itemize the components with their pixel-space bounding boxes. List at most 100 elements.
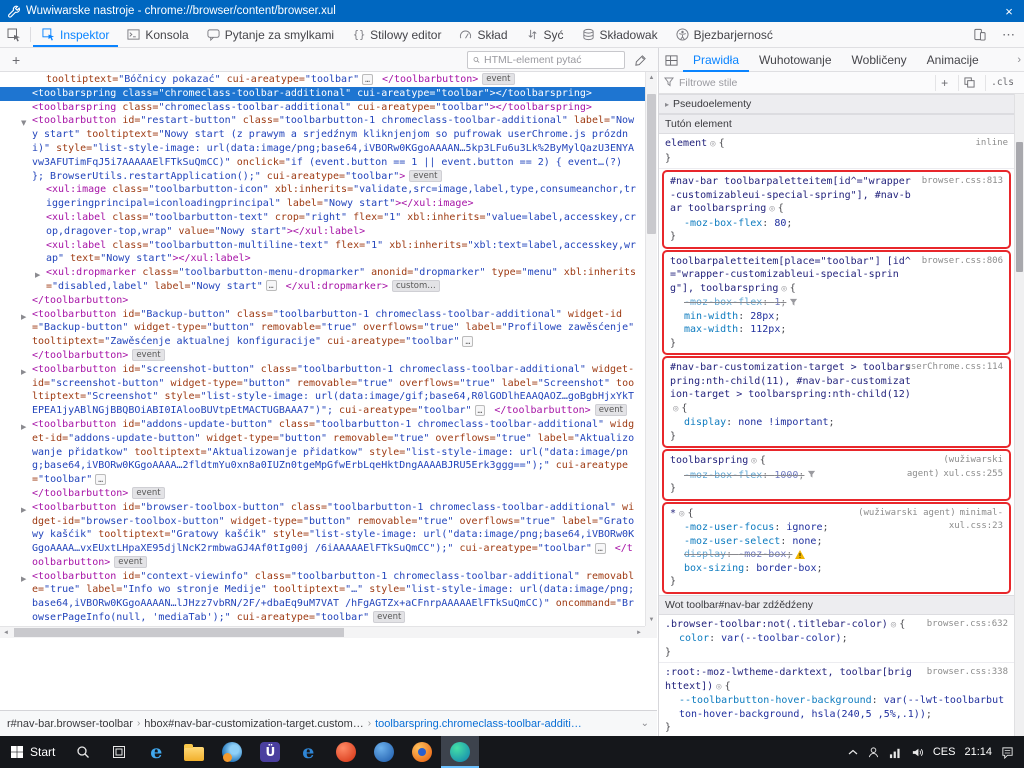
expand-twisty[interactable]: ▶ bbox=[21, 504, 26, 518]
scrollbar-thumb[interactable] bbox=[1016, 142, 1023, 272]
taskbar-app-red-browser[interactable] bbox=[327, 736, 365, 768]
markup-node[interactable]: <xul:label class="toolbarbutton-text" cr… bbox=[0, 211, 645, 239]
markup-horizontal-scrollbar[interactable]: ◄ ► bbox=[0, 626, 645, 638]
markup-node[interactable]: ▶<toolbarbutton id="browser-toolbox-butt… bbox=[0, 501, 645, 570]
toggle-classes-button[interactable]: .cls bbox=[985, 75, 1019, 91]
event-badge[interactable]: event bbox=[373, 611, 405, 623]
breadcrumb-expand-icon[interactable]: ⌄ bbox=[641, 718, 653, 729]
notification-center-icon[interactable] bbox=[1001, 746, 1014, 759]
taskbar-app-palemoon-browser[interactable] bbox=[213, 736, 251, 768]
network-icon[interactable] bbox=[889, 746, 902, 759]
split-panes-icon[interactable] bbox=[659, 54, 683, 67]
markup-node[interactable]: ▶<toolbarbutton id="Backup-button" class… bbox=[0, 308, 645, 349]
selector-highlighter-icon[interactable]: ◎ bbox=[751, 456, 756, 466]
taskbar-app-file-explorer[interactable] bbox=[175, 736, 213, 768]
tab-konsola[interactable]: Konsola bbox=[118, 22, 197, 47]
task-view-icon[interactable] bbox=[101, 736, 137, 768]
markup-node[interactable]: <toolbarspring class="chromeclass-toolba… bbox=[0, 101, 645, 115]
language-indicator[interactable]: CES bbox=[933, 746, 956, 758]
markup-node[interactable]: <xul:image class="toolbarbutton-icon" xb… bbox=[0, 183, 645, 211]
markup-node[interactable]: </toolbarbutton>event bbox=[0, 487, 645, 501]
tab-pytanje-za-smylkami[interactable]: Pytanje za smylkami bbox=[198, 22, 343, 47]
taskbar-app-e-browser[interactable]: e bbox=[289, 736, 327, 768]
taskbar-app-globe-browser[interactable] bbox=[441, 736, 479, 768]
collapsed-attributes-badge[interactable]: … bbox=[266, 280, 277, 291]
selector-highlighter-icon[interactable]: ◎ bbox=[710, 139, 715, 149]
collapsed-attributes-badge[interactable]: … bbox=[362, 74, 373, 85]
sidebar-tab-animacije[interactable]: Animacije bbox=[917, 48, 989, 72]
css-declaration[interactable]: min-width: 28px; bbox=[670, 310, 1003, 324]
scroll-down-arrow[interactable]: ▼ bbox=[646, 614, 657, 626]
style-filter-input[interactable] bbox=[679, 77, 930, 89]
selector-highlighter-icon[interactable]: ◎ bbox=[679, 509, 684, 519]
markup-node[interactable]: ▶<toolbarbutton id="context-viewinfo" cl… bbox=[0, 570, 645, 625]
more-tools-menu-icon[interactable]: ⋯ bbox=[997, 27, 1020, 43]
stylesheet-link[interactable]: xul.css:255 bbox=[943, 469, 1003, 479]
tab-sk-adowak[interactable]: Składowak bbox=[573, 22, 667, 47]
scroll-left-arrow[interactable]: ◄ bbox=[0, 627, 12, 639]
scrollbar-thumb[interactable] bbox=[14, 628, 344, 637]
selector-highlighter-icon[interactable]: ◎ bbox=[891, 620, 896, 630]
event-badge[interactable]: event bbox=[409, 170, 441, 182]
taskbar-app-orange-browser[interactable] bbox=[403, 736, 441, 768]
selector-highlighter-icon[interactable]: ◎ bbox=[673, 404, 678, 414]
sidebar-tab-wuhotowanje[interactable]: Wuhotowanje bbox=[749, 48, 842, 72]
pseudo-elements-header[interactable]: ▸Pseudoelementy bbox=[659, 94, 1014, 114]
breadcrumb-item[interactable]: toolbarspring.chromeclass-toolbar-additi… bbox=[372, 716, 585, 732]
breadcrumb-item[interactable]: hbox#nav-bar-customization-target.custom… bbox=[141, 716, 366, 732]
markup-node[interactable]: <xul:label class="toolbarbutton-multilin… bbox=[0, 239, 645, 267]
taskbar-app-u-browser[interactable]: Ü bbox=[251, 736, 289, 768]
markup-vertical-scrollbar[interactable]: ▲ ▼ bbox=[645, 72, 657, 626]
selector-highlighter-icon[interactable]: ◎ bbox=[716, 682, 721, 692]
markup-node[interactable]: ▶<toolbarbutton id="screenshot-button" c… bbox=[0, 363, 645, 418]
collapsed-attributes-badge[interactable]: … bbox=[95, 474, 106, 485]
css-declaration[interactable]: display: none !important; bbox=[670, 416, 1003, 430]
expand-twisty[interactable]: ▶ bbox=[21, 573, 26, 587]
tab-sk-ad[interactable]: Skład bbox=[450, 22, 516, 47]
event-badge[interactable]: event bbox=[132, 349, 164, 361]
volume-icon[interactable] bbox=[911, 746, 924, 759]
css-declaration[interactable]: --toolbarbutton-hover-background: var(--… bbox=[665, 694, 1008, 721]
event-badge[interactable]: event bbox=[595, 404, 627, 416]
selector-highlighter-icon[interactable]: ◎ bbox=[769, 204, 774, 214]
expand-twisty[interactable]: ▶ bbox=[21, 366, 26, 380]
markup-node[interactable]: tooltiptext="Bóčnicy pokazać" cui-areaty… bbox=[0, 73, 645, 87]
tab-bjezbarjernos[interactable]: Bjezbarjernosć bbox=[667, 22, 782, 47]
stylesheet-link[interactable]: browser.css:813 bbox=[922, 176, 1003, 186]
taskbar-search-icon[interactable] bbox=[65, 736, 101, 768]
stylesheet-link[interactable]: browser.css:338 bbox=[927, 667, 1008, 677]
collapsed-attributes-badge[interactable]: … bbox=[462, 336, 473, 347]
start-button[interactable]: Start bbox=[0, 736, 65, 768]
sidebar-tab-prawid-a[interactable]: Prawidła bbox=[683, 48, 749, 72]
event-badge[interactable]: event bbox=[482, 73, 514, 85]
selector-highlighter-icon[interactable]: ◎ bbox=[781, 284, 786, 294]
taskbar-app-blue-browser[interactable] bbox=[365, 736, 403, 768]
scroll-right-arrow[interactable]: ► bbox=[633, 627, 645, 639]
event-badge[interactable]: event bbox=[114, 556, 146, 568]
stylesheet-link[interactable]: userChrome.css:114 bbox=[905, 362, 1003, 372]
class-panel-icon[interactable] bbox=[958, 75, 980, 91]
rules-scrollbar[interactable] bbox=[1014, 94, 1024, 736]
hidden-icons-chevron[interactable] bbox=[848, 749, 858, 755]
section-twisty[interactable]: ▸ bbox=[665, 100, 669, 109]
expand-twisty[interactable]: ▶ bbox=[21, 421, 26, 435]
markup-node[interactable]: ▶<toolbarbutton id="addons-update-button… bbox=[0, 418, 645, 487]
stylesheet-link[interactable]: minimal-xul.css:23 bbox=[949, 508, 1003, 532]
stylesheet-link[interactable]: browser.css:632 bbox=[927, 619, 1008, 629]
scrollbar-thumb[interactable] bbox=[647, 94, 656, 234]
overridden-filter-icon[interactable] bbox=[804, 470, 816, 481]
markup-search-input[interactable] bbox=[484, 54, 619, 66]
eyedropper-icon[interactable] bbox=[629, 54, 651, 67]
collapsed-attributes-badge[interactable]: … bbox=[595, 543, 606, 554]
tab-sy[interactable]: Syć bbox=[517, 22, 573, 47]
tab-overflow-icon[interactable]: › bbox=[1017, 54, 1024, 66]
css-declaration[interactable]: -moz-user-select: none; bbox=[670, 535, 1003, 549]
css-declaration[interactable]: color: var(--toolbar-color); bbox=[665, 632, 1008, 646]
stylesheet-link[interactable]: browser.css:806 bbox=[922, 256, 1003, 266]
sidebar-tab-wobli-eny[interactable]: Wobličeny bbox=[842, 48, 917, 72]
css-declaration[interactable]: display: -moz-box; bbox=[670, 548, 1003, 562]
markup-search-box[interactable] bbox=[467, 51, 625, 69]
css-declaration[interactable]: box-sizing: border-box; bbox=[670, 562, 1003, 576]
clock[interactable]: 21:14 bbox=[964, 746, 992, 758]
tab-stilowy-editor[interactable]: {}Stilowy editor bbox=[343, 22, 450, 47]
